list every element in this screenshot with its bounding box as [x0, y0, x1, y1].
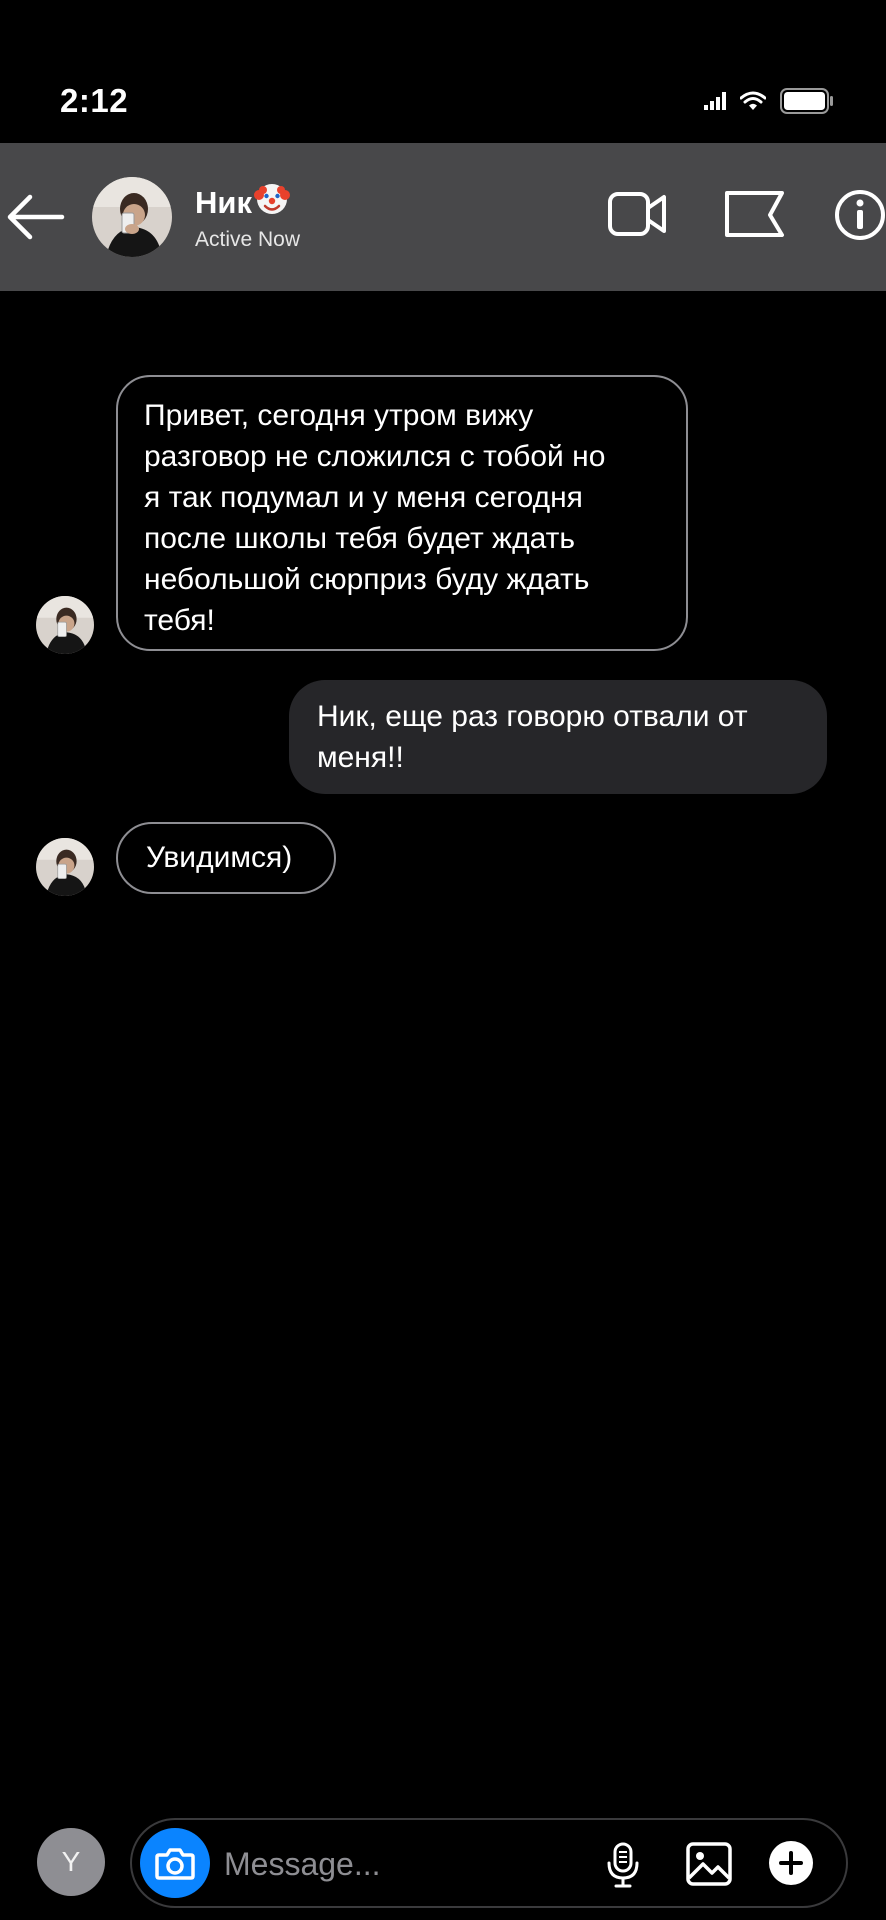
video-call-button[interactable] — [608, 189, 668, 244]
microphone-icon — [607, 1842, 639, 1888]
status-bar: 2:12 — [0, 0, 886, 143]
message-input[interactable] — [222, 1836, 526, 1892]
flag-button[interactable] — [724, 189, 786, 244]
battery-icon — [780, 88, 834, 119]
image-icon — [686, 1842, 732, 1886]
voice-message-button[interactable] — [606, 1842, 640, 1893]
status-time: 2:12 — [60, 82, 129, 119]
chat-header: Ник Active Now — [0, 143, 886, 291]
flag-icon — [725, 191, 784, 237]
user-avatar[interactable]: Y — [37, 1828, 105, 1896]
message-composer — [130, 1818, 848, 1908]
info-button[interactable] — [834, 189, 886, 246]
message-text: Привет, сегодня утром вижу разговор не с… — [144, 399, 606, 637]
status-icons — [704, 88, 834, 119]
message-text: Увидимся) — [146, 841, 293, 874]
contact-name[interactable]: Ник — [195, 181, 290, 225]
user-avatar-letter: Y — [61, 1846, 81, 1877]
cellular-signal-icon — [704, 92, 726, 115]
message-text: Ник, еще раз говорю отвали от меня!! — [317, 700, 748, 774]
back-button[interactable] — [4, 187, 68, 247]
plus-circle-icon — [769, 1841, 813, 1885]
contact-avatar[interactable] — [92, 177, 172, 257]
incoming-message-bubble[interactable]: Увидимся) — [116, 822, 336, 894]
incoming-message-bubble[interactable]: Привет, сегодня утром вижу разговор не с… — [116, 375, 688, 651]
add-button[interactable] — [768, 1840, 814, 1891]
gallery-button[interactable] — [686, 1842, 732, 1891]
camera-icon — [155, 1848, 195, 1880]
contact-status: Active Now — [195, 228, 301, 251]
video-camera-icon — [608, 192, 666, 236]
clown-face-emoji-icon — [253, 181, 290, 225]
sender-avatar[interactable] — [36, 838, 94, 896]
wifi-icon — [739, 91, 767, 116]
camera-button[interactable] — [140, 1828, 210, 1898]
info-icon — [835, 190, 885, 240]
sender-avatar[interactable] — [36, 596, 94, 654]
contact-name-text: Ник — [195, 185, 252, 220]
outgoing-message-bubble[interactable]: Ник, еще раз говорю отвали от меня!! — [289, 680, 827, 794]
arrow-left-icon — [7, 194, 65, 240]
